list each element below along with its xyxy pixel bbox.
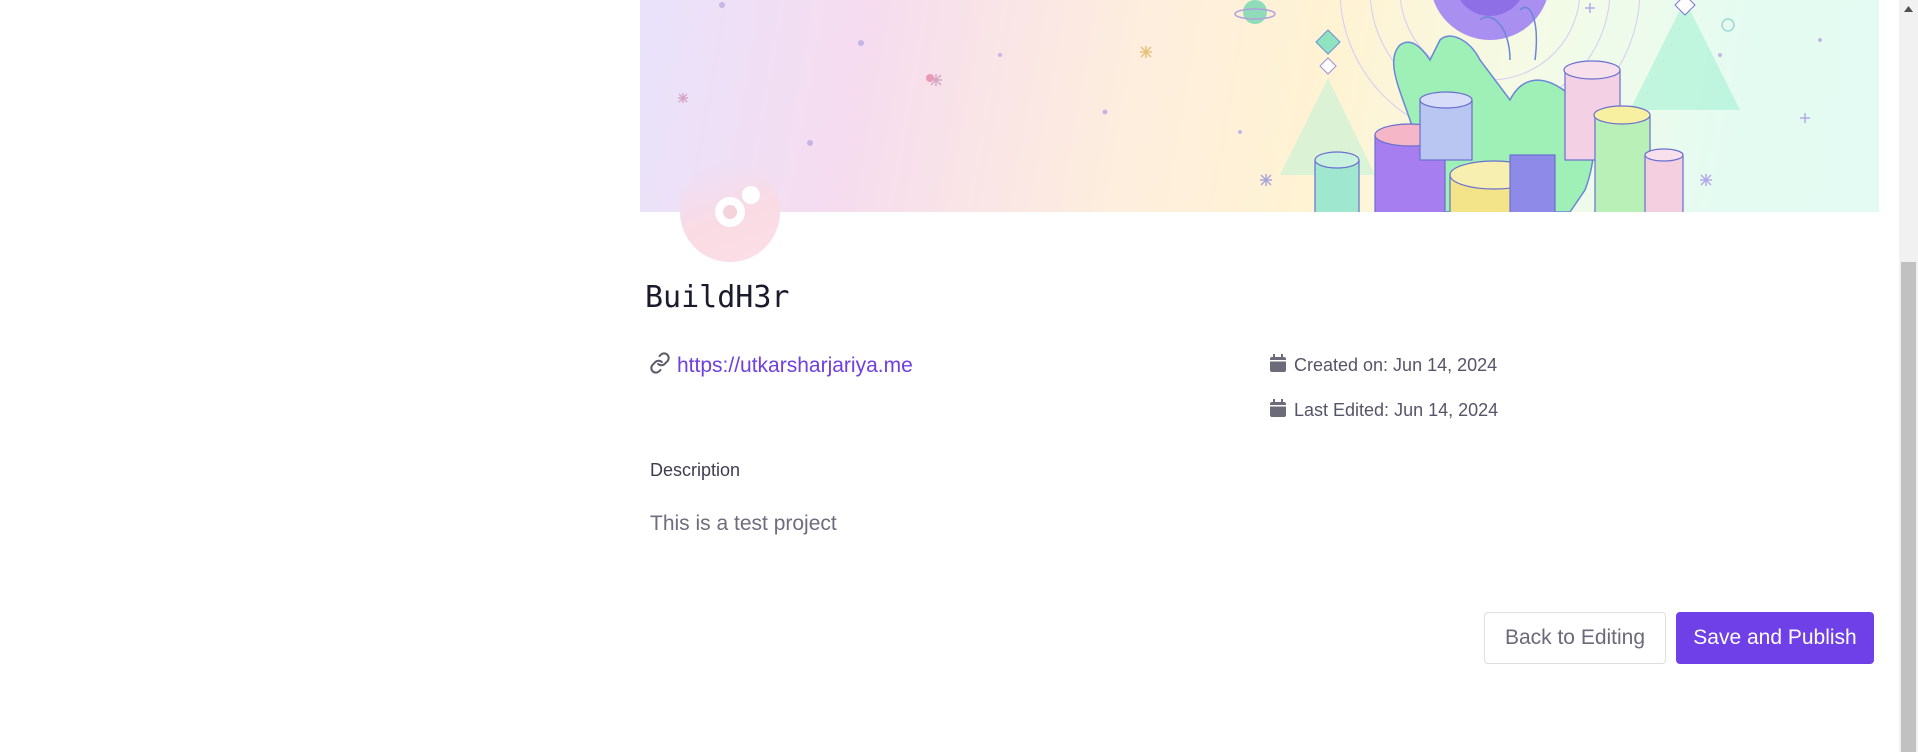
save-and-publish-button[interactable]: Save and Publish [1676, 612, 1874, 664]
cover-banner [640, 0, 1879, 212]
scroll-up-arrow-icon[interactable] [1899, 0, 1918, 17]
page-scrollbar[interactable] [1899, 0, 1918, 752]
scrollbar-thumb[interactable] [1901, 262, 1916, 752]
link-icon [649, 352, 671, 379]
back-to-editing-button[interactable]: Back to Editing [1484, 612, 1666, 664]
project-avatar [680, 162, 780, 262]
created-on-row: Created on: Jun 14, 2024 [1270, 354, 1497, 377]
logo-icon [715, 186, 760, 227]
description-label: Description [650, 460, 741, 480]
coin-stack [1314, 151, 1360, 212]
description-text: This is a test project [650, 512, 837, 535]
calendar-icon [1270, 354, 1286, 377]
cover-illustration [678, 0, 1822, 212]
last-edited-row: Last Edited: Jun 14, 2024 [1270, 399, 1498, 422]
created-on-text: Created on: Jun 14, 2024 [1294, 355, 1498, 375]
website-link-row: https://utkarsharjariya.me [649, 352, 913, 379]
project-title: BuildH3r [645, 280, 790, 315]
calendar-icon [1270, 399, 1286, 422]
website-link[interactable]: https://utkarsharjariya.me [677, 354, 913, 378]
last-edited-text: Last Edited: Jun 14, 2024 [1294, 400, 1499, 420]
